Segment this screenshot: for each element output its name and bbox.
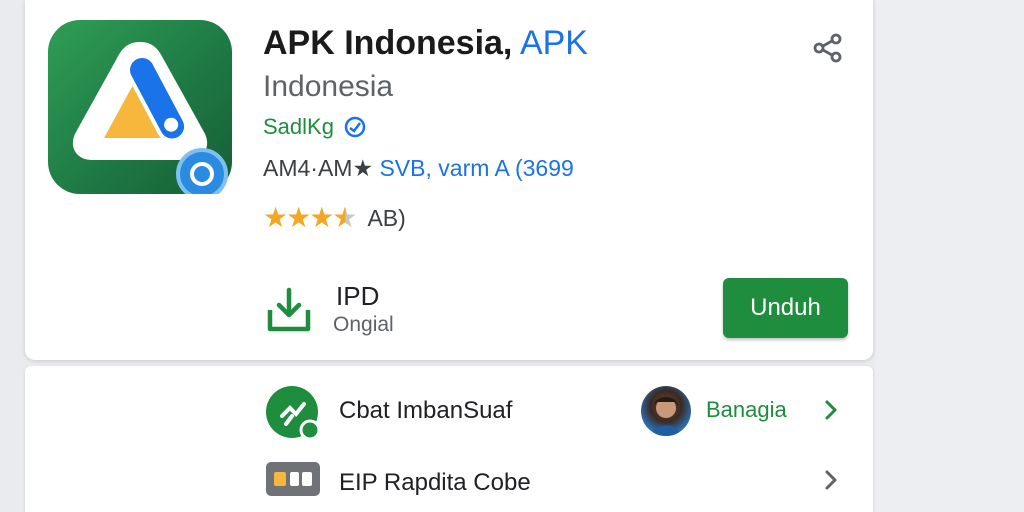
verified-badge-icon [344,116,366,138]
badge-icon [266,462,320,496]
meta-part-2: ★ [352,155,380,181]
app-title: APK Indonesia, APK [263,24,588,63]
avatar [641,386,691,436]
meta-part-3: SVB, varm A (3699 [379,155,574,181]
page-background-right [875,0,1024,512]
meta-part-1: AM4·AM [263,155,353,181]
app-title-main: APK Indonesia, [263,24,513,62]
app-title-accent: APK [512,24,588,62]
developer-name[interactable]: SadlKg [263,114,334,140]
app-subtitle: Indonesia [263,70,394,103]
app-meta: AM4·AM★ SVB, varm A (3699 [263,155,574,182]
star-icon: ★ [263,202,289,233]
app-size-label: IPD [336,281,380,311]
rating-row: ★ ★ ★ ★ AB) [263,204,406,232]
rating-stars: ★ ★ ★ ★ [263,202,358,233]
share-icon[interactable] [812,32,844,64]
chevron-right-icon[interactable] [819,468,843,492]
star-icon: ★ [286,202,312,233]
developer-row: SadlKg [263,114,366,140]
row-1-link[interactable]: Banagia [706,397,787,423]
chevron-right-icon[interactable] [819,398,843,422]
download-button[interactable]: Unduh [723,278,848,338]
star-icon: ★ [309,202,335,233]
rating-count: AB) [367,204,406,231]
download-icon [267,287,311,332]
list-item-row-1[interactable]: Cbat ImbanSuaf Banagia [25,380,873,441]
shield-check-icon [266,386,321,441]
row-2-label: EIP Rapdita Cobe [339,469,531,496]
app-size-sub: Ongial [333,313,394,336]
app-logo-icon [48,20,232,194]
list-item-row-2[interactable]: EIP Rapdita Cobe [25,450,873,510]
row-1-label: Cbat ImbanSuaf [339,397,513,424]
star-half-icon: ★ [332,202,358,233]
